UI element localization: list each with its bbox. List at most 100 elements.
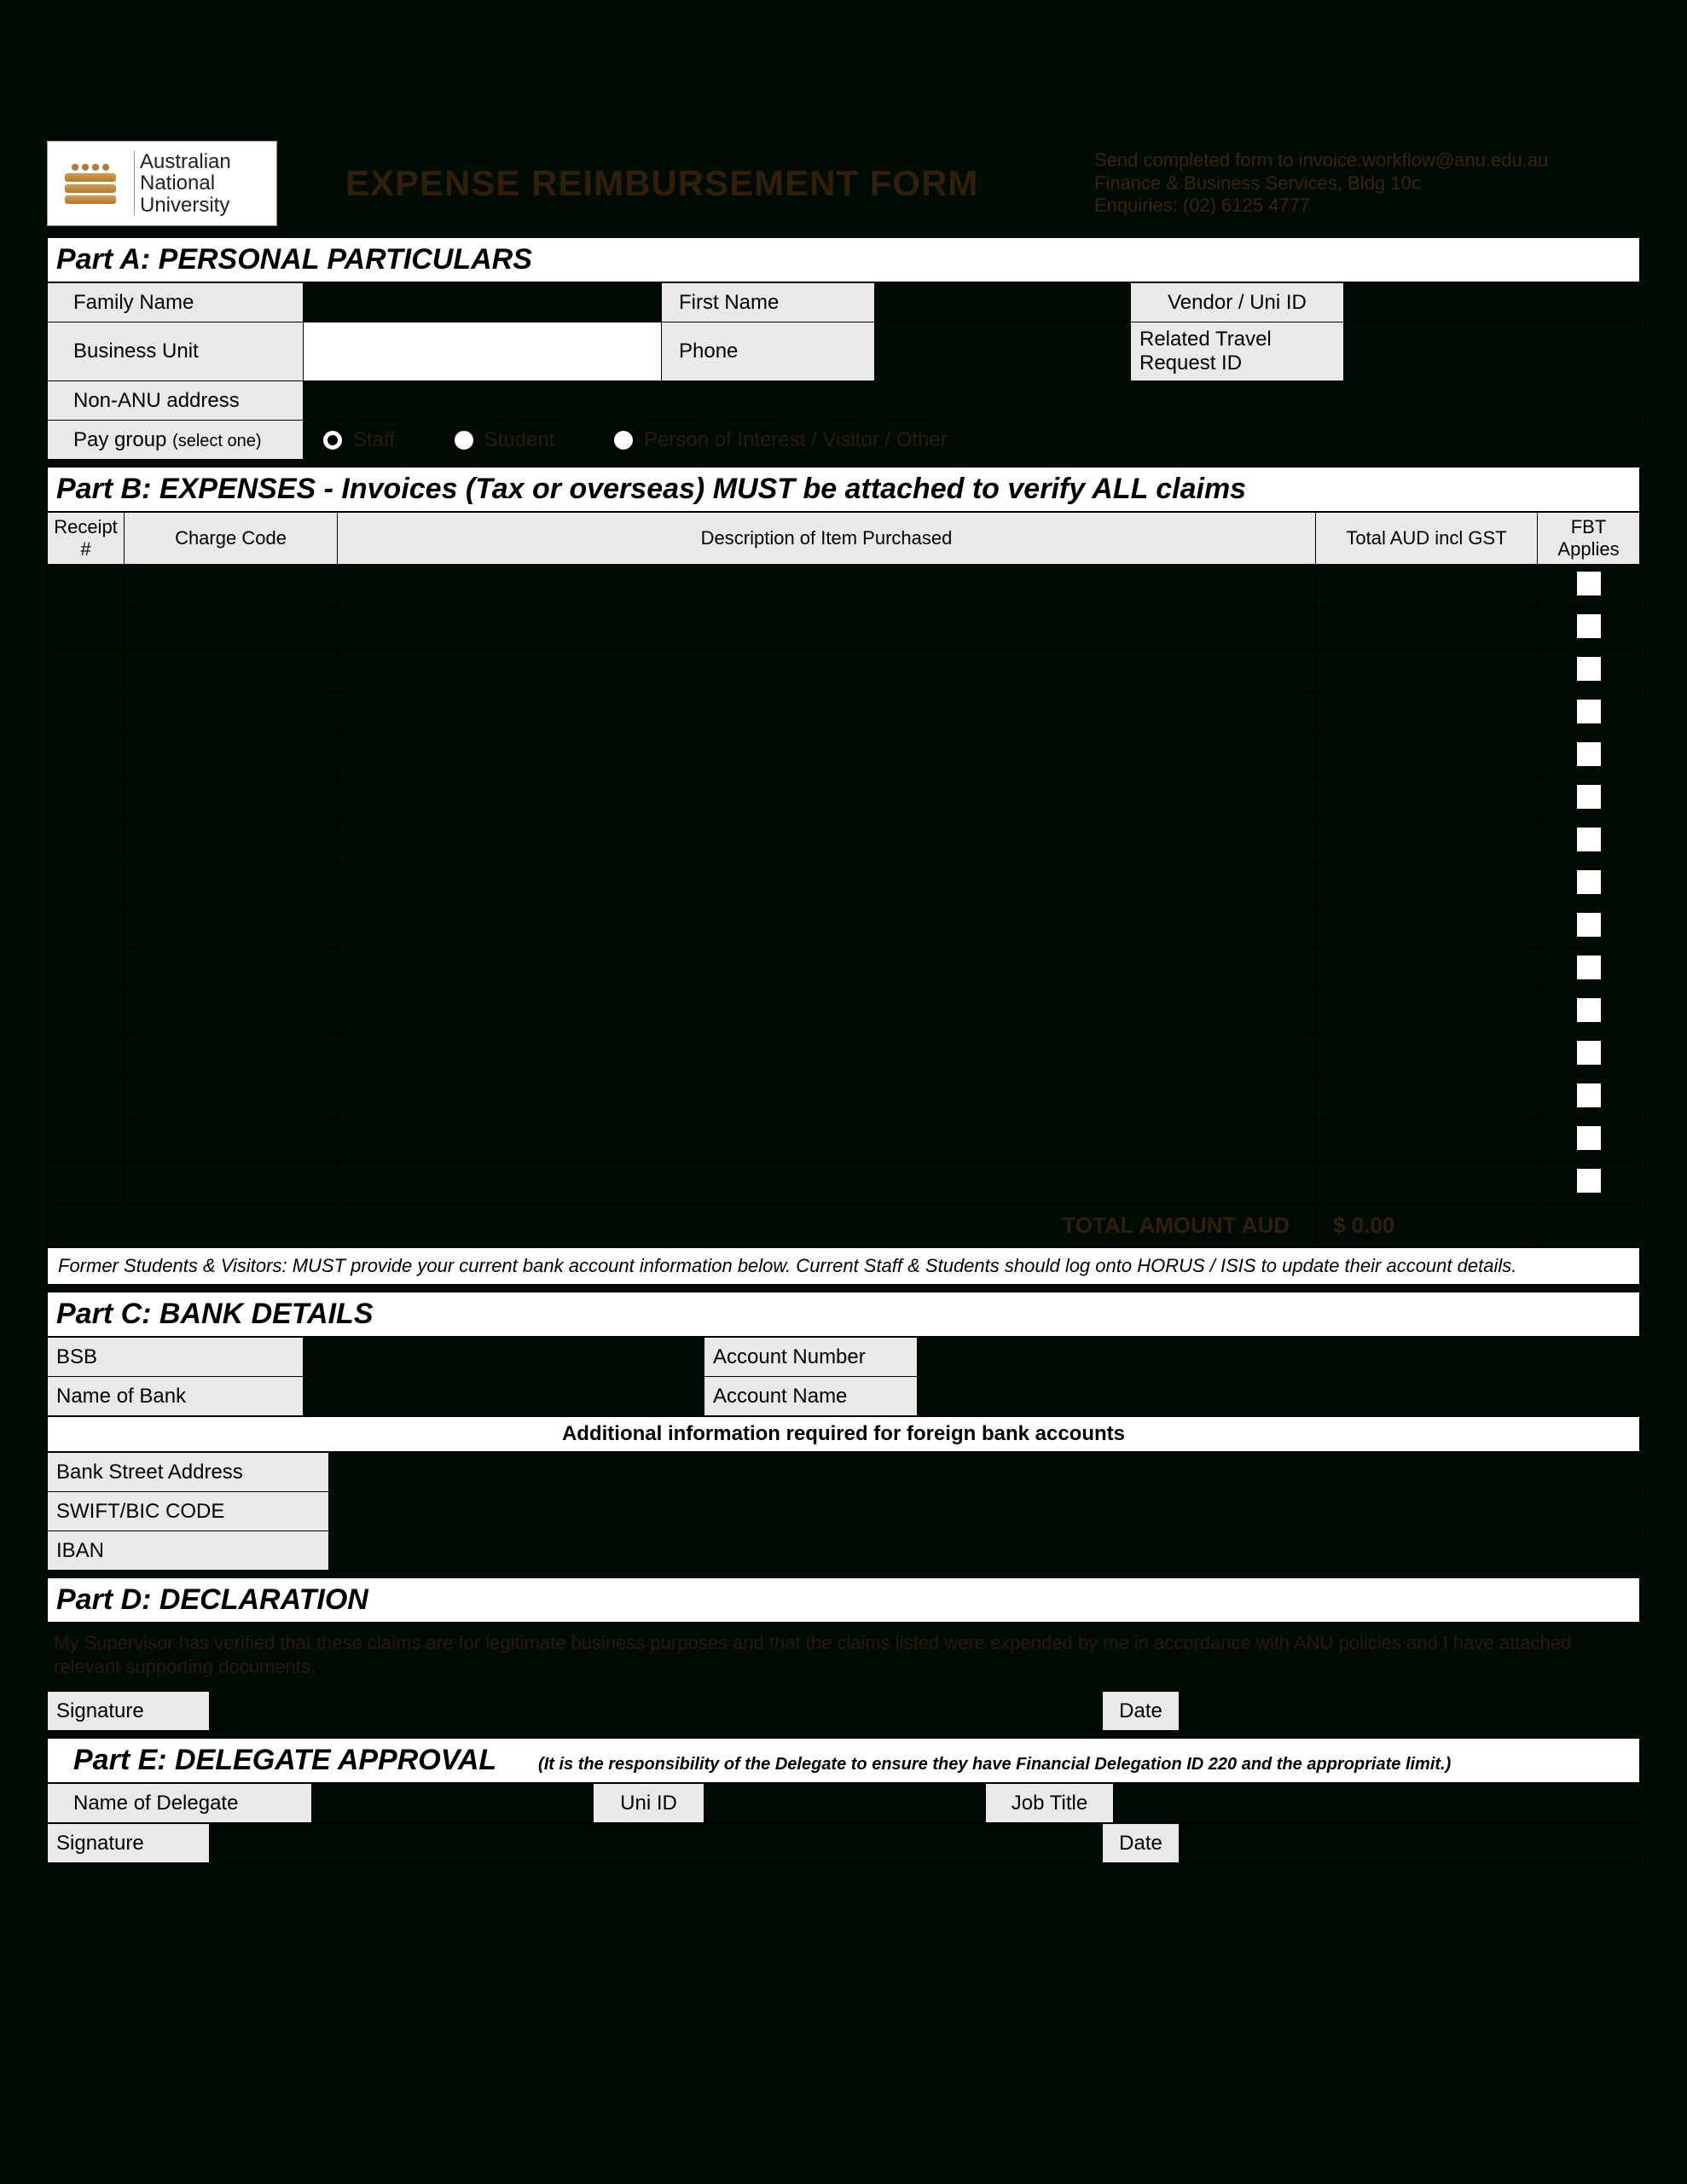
expense-cell[interactable] [48,906,125,949]
label-swift: SWIFT/BIC CODE [48,1492,329,1531]
input-bsb[interactable] [304,1338,704,1377]
expense-cell[interactable] [1316,1119,1538,1162]
expense-cell[interactable] [1316,991,1538,1034]
expense-cell[interactable] [338,906,1316,949]
input-date-e[interactable] [1180,1824,1640,1863]
expense-cell[interactable] [125,863,338,906]
expense-cell[interactable] [338,1034,1316,1077]
expense-cell[interactable] [48,1034,125,1077]
expense-cell[interactable] [48,821,125,863]
expense-cell[interactable] [338,863,1316,906]
radio-student[interactable] [452,428,476,452]
fbt-checkbox[interactable] [1576,699,1602,724]
expense-cell[interactable] [125,1034,338,1077]
expense-cell[interactable] [125,778,338,821]
expense-cell[interactable] [1316,863,1538,906]
expense-cell[interactable] [338,949,1316,991]
expense-cell[interactable] [1316,1162,1538,1205]
expense-cell[interactable] [125,1162,338,1205]
input-sig-d[interactable] [210,1692,1103,1731]
fbt-checkbox[interactable] [1576,1040,1602,1066]
fbt-checkbox[interactable] [1576,869,1602,895]
fbt-checkbox[interactable] [1576,997,1602,1023]
input-swift[interactable] [329,1492,1640,1531]
input-vendor[interactable] [1344,283,1640,322]
fbt-checkbox[interactable] [1576,1168,1602,1194]
expense-cell[interactable] [1316,1034,1538,1077]
expense-cell[interactable] [48,693,125,735]
input-sig-e[interactable] [210,1824,1103,1863]
fbt-checkbox[interactable] [1576,656,1602,682]
expense-cell[interactable] [1316,949,1538,991]
fbt-checkbox[interactable] [1576,1125,1602,1151]
fbt-checkbox[interactable] [1576,613,1602,639]
expense-cell[interactable] [48,650,125,693]
expense-cell[interactable] [48,778,125,821]
input-date-d[interactable] [1180,1692,1640,1731]
fbt-checkbox[interactable] [1576,784,1602,810]
input-accnum[interactable] [918,1338,1640,1377]
expense-cell[interactable] [1316,565,1538,607]
expense-cell[interactable] [125,991,338,1034]
expense-cell[interactable] [48,565,125,607]
expense-cell[interactable] [125,607,338,650]
input-phone[interactable] [875,322,1131,381]
expense-cell[interactable] [48,863,125,906]
expense-cell[interactable] [338,778,1316,821]
fbt-checkbox[interactable] [1576,1083,1602,1108]
expense-cell[interactable] [1316,821,1538,863]
input-bankname[interactable] [304,1377,704,1416]
expense-cell[interactable] [48,1162,125,1205]
fbt-checkbox[interactable] [1576,741,1602,767]
input-family[interactable] [304,283,662,322]
expense-cell[interactable] [1316,607,1538,650]
expense-cell[interactable] [125,821,338,863]
radio-staff[interactable] [321,428,345,452]
input-travel[interactable] [1344,322,1640,381]
input-del-job[interactable] [1114,1784,1640,1823]
expense-cell[interactable] [48,1077,125,1119]
input-bu[interactable] [304,322,662,381]
input-addr[interactable] [304,381,1640,421]
input-del-uni[interactable] [704,1784,986,1823]
input-first[interactable] [875,283,1131,322]
expense-cell[interactable] [48,1119,125,1162]
expense-cell[interactable] [1316,1077,1538,1119]
expense-cell[interactable] [338,1077,1316,1119]
expense-cell[interactable] [48,991,125,1034]
expense-cell[interactable] [125,1077,338,1119]
expense-cell[interactable] [125,650,338,693]
expense-cell[interactable] [1316,906,1538,949]
expense-cell[interactable] [338,607,1316,650]
expense-cell[interactable] [48,607,125,650]
input-accname[interactable] [918,1377,1640,1416]
expense-cell[interactable] [338,991,1316,1034]
expense-cell[interactable] [1316,693,1538,735]
expense-cell[interactable] [48,949,125,991]
expense-cell[interactable] [338,1162,1316,1205]
input-del-name[interactable] [312,1784,594,1823]
expense-cell[interactable] [338,735,1316,778]
expense-cell[interactable] [125,1119,338,1162]
expense-cell[interactable] [338,1119,1316,1162]
fbt-checkbox[interactable] [1576,827,1602,852]
fbt-checkbox[interactable] [1576,955,1602,980]
expense-cell[interactable] [125,906,338,949]
expense-cell[interactable] [125,949,338,991]
radio-other[interactable] [612,428,635,452]
expense-cell[interactable] [338,693,1316,735]
expense-cell[interactable] [338,650,1316,693]
expense-cell[interactable] [125,735,338,778]
expense-cell[interactable] [1316,735,1538,778]
expense-cell[interactable] [125,565,338,607]
expense-cell[interactable] [1316,650,1538,693]
input-street[interactable] [329,1453,1640,1492]
expense-cell[interactable] [48,735,125,778]
input-iban[interactable] [329,1531,1640,1571]
fbt-checkbox[interactable] [1576,912,1602,938]
expense-cell[interactable] [125,693,338,735]
expense-cell[interactable] [338,565,1316,607]
expense-cell[interactable] [1316,778,1538,821]
expense-cell[interactable] [338,821,1316,863]
fbt-checkbox[interactable] [1576,571,1602,596]
